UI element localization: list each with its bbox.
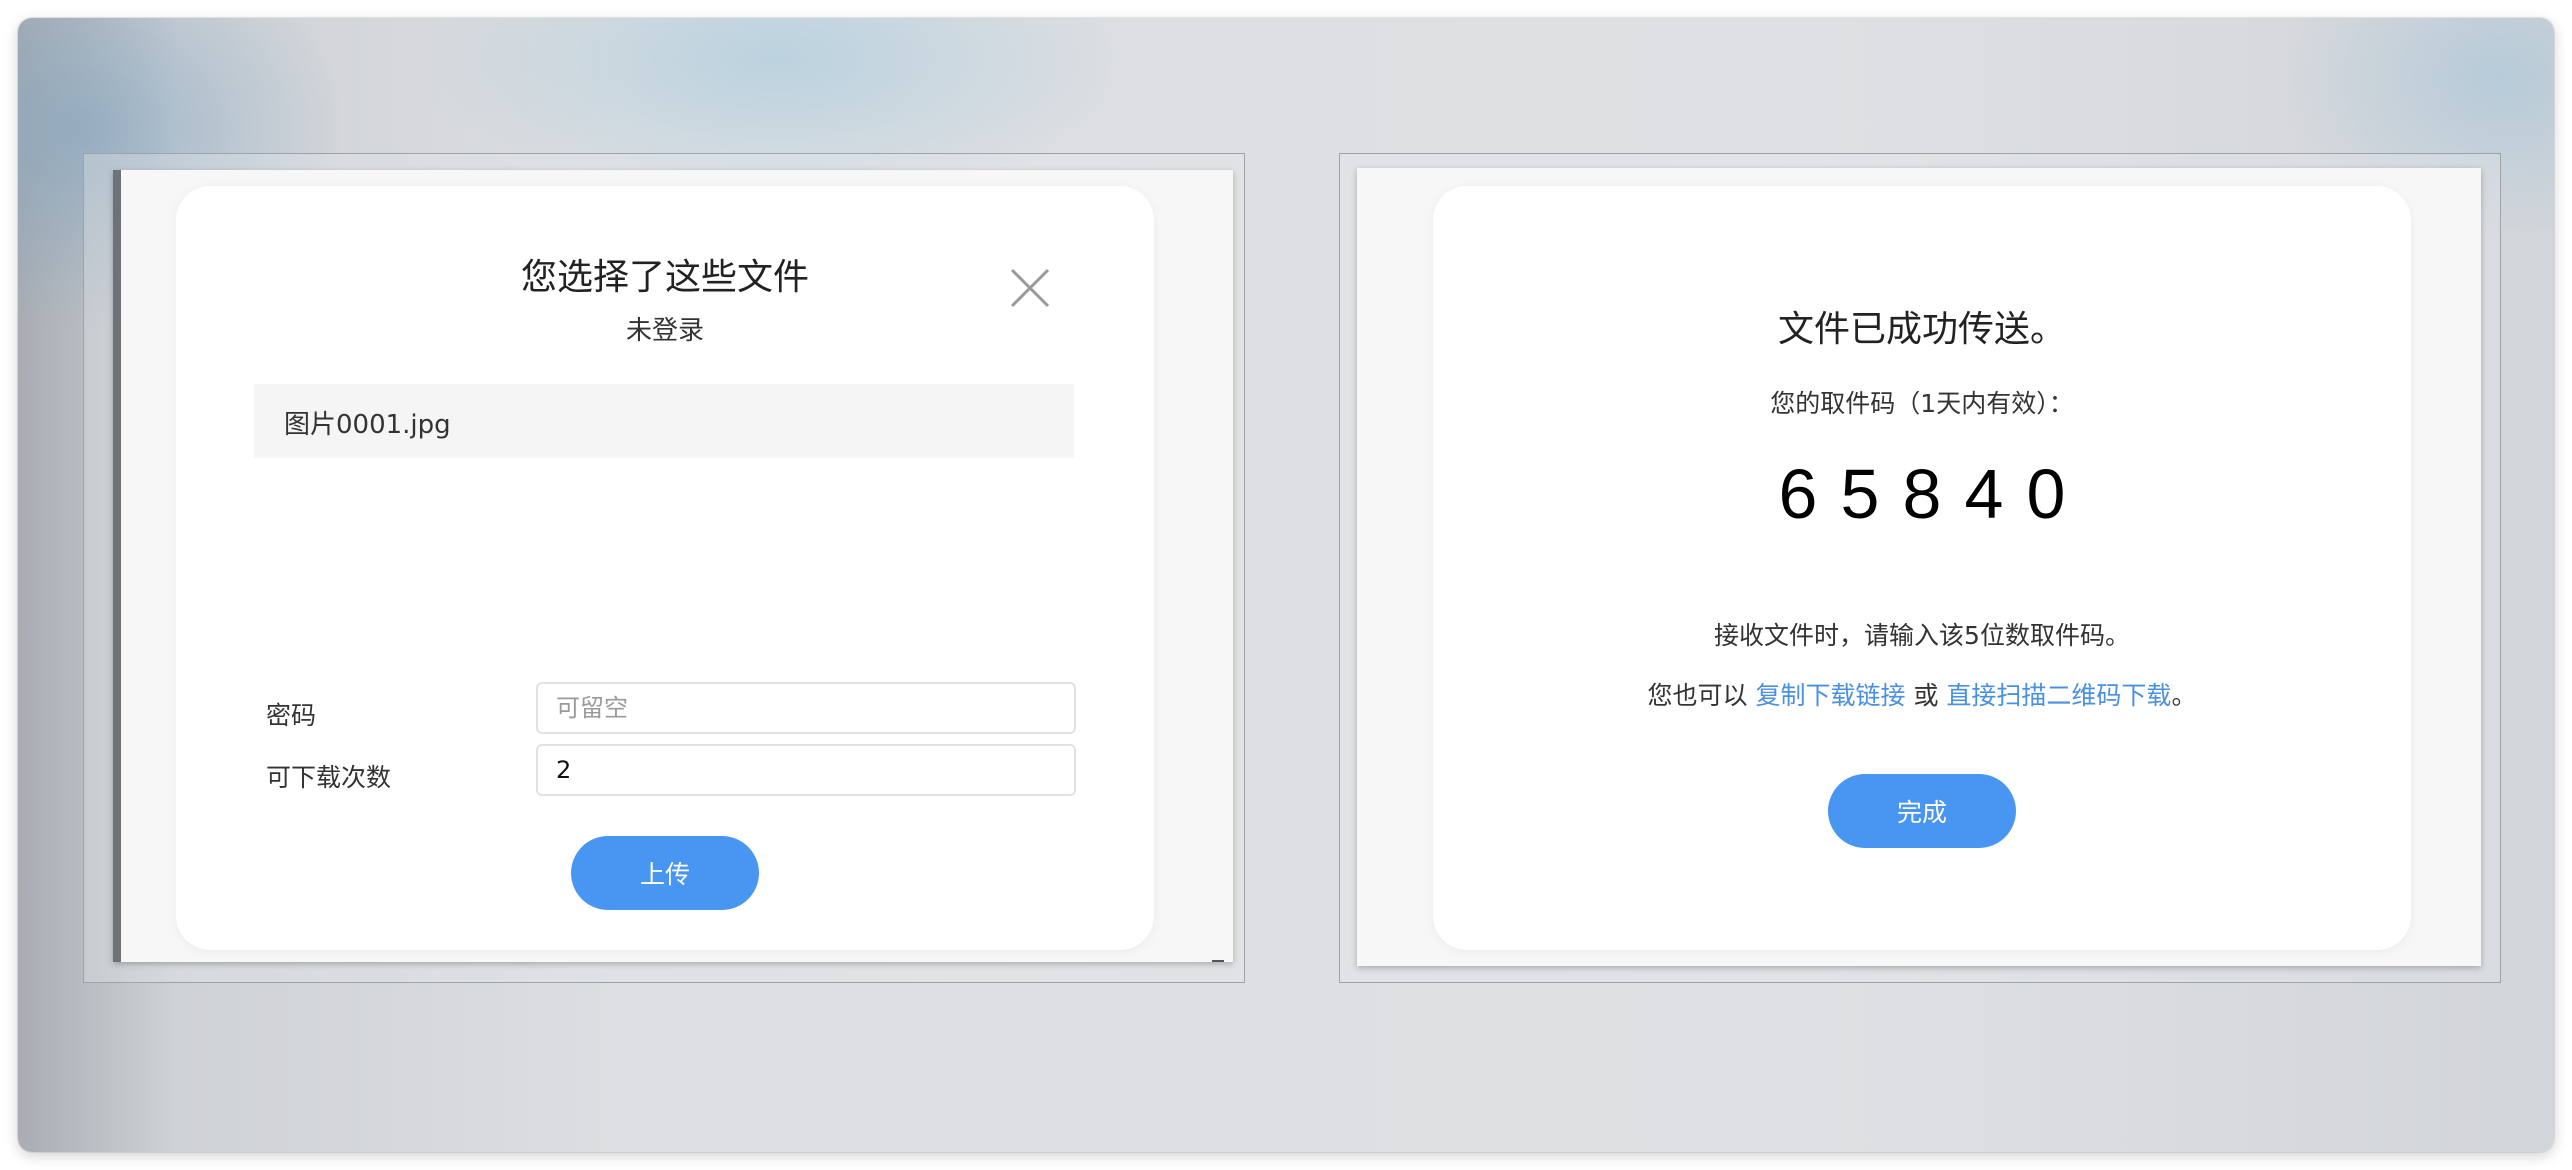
password-label: 密码 bbox=[266, 701, 317, 730]
copy-download-link[interactable]: 复制下载链接 bbox=[1756, 681, 1906, 710]
success-dialog: 文件已成功传送。 您的取件码（1天内有效）： 65840 接收文件时，请输入该5… bbox=[1433, 186, 2411, 950]
code-digit: 0 bbox=[2026, 455, 2066, 533]
upload-button[interactable]: 上传 bbox=[571, 836, 759, 910]
login-status[interactable]: 未登录 bbox=[176, 310, 1154, 347]
pickup-hint: 接收文件时，请输入该5位数取件码。 bbox=[1714, 621, 2130, 650]
download-limit-input[interactable] bbox=[536, 744, 1076, 796]
code-digit: 5 bbox=[1840, 455, 1880, 533]
file-name: 图片0001.jpg bbox=[284, 410, 451, 440]
download-limit-label: 可下载次数 bbox=[266, 763, 392, 792]
success-title: 文件已成功传送。 bbox=[1777, 309, 2066, 350]
scan-qr-link[interactable]: 直接扫描二维码下载 bbox=[1946, 681, 2171, 710]
upload-dialog: 您选择了这些文件 未登录 图片0001.jpg 密码 可下载次数 上传 bbox=[176, 186, 1154, 950]
resize-handle[interactable] bbox=[1212, 954, 1224, 962]
code-digit: 8 bbox=[1902, 455, 1942, 533]
code-digit: 6 bbox=[1778, 455, 1818, 533]
alternative-options: 您也可以 复制下载链接 或 直接扫描二维码下载。 bbox=[1433, 676, 2411, 712]
pickup-code-label: 您的取件码（1天内有效）： bbox=[1770, 389, 2074, 418]
file-list-item: 图片0001.jpg bbox=[254, 384, 1074, 458]
done-button[interactable]: 完成 bbox=[1828, 774, 2016, 848]
alt-prefix: 您也可以 bbox=[1647, 681, 1756, 710]
alt-suffix: 。 bbox=[2171, 681, 2197, 710]
alt-or: 或 bbox=[1905, 681, 1947, 710]
code-digit: 4 bbox=[1964, 455, 2004, 533]
close-icon[interactable] bbox=[1008, 266, 1052, 310]
pickup-code: 65840 bbox=[1433, 454, 2411, 534]
password-input[interactable] bbox=[536, 682, 1076, 734]
